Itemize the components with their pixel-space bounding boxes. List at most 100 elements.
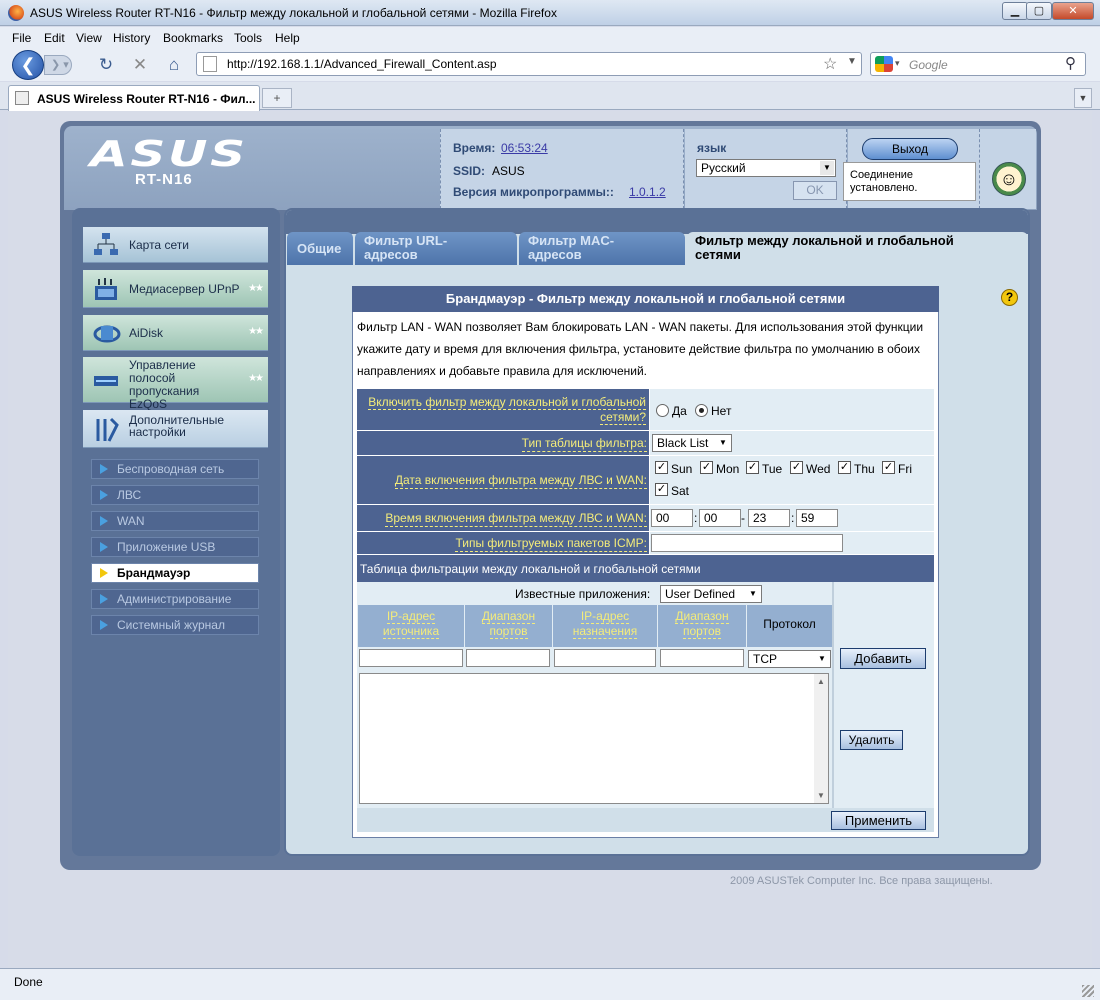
rules-listbox[interactable]: ▲ ▼ [359,673,829,804]
known-apps-select[interactable]: User Defined ▼ [660,585,762,603]
network-map-icon [93,232,119,256]
tab-lan-wan-filter[interactable]: Фильтр между локальной и глобальной сетя… [687,232,1028,265]
sidebar-item-advanced[interactable]: Дополнительные настройки [83,410,268,448]
day-sat-label: Sat [671,484,690,498]
language-select[interactable]: Русский ▼ [696,159,836,177]
day-wed-checkbox[interactable]: ✓ [790,461,803,474]
stop-icon[interactable]: ✕ [130,55,150,75]
menu-file[interactable]: File [12,31,31,45]
form-title: Брандмауэр - Фильтр между локальной и гл… [352,286,939,312]
icmp-input[interactable] [651,534,843,552]
tab-url-filter[interactable]: Фильтр URL-адресов [355,232,517,265]
day-tue-checkbox[interactable]: ✓ [746,461,759,474]
protocol-select[interactable]: TCP ▼ [748,650,831,668]
tab-general[interactable]: Общие [287,232,353,265]
google-icon[interactable] [875,56,893,72]
end-minute-input[interactable]: 59 [796,509,838,527]
time-separator: : [694,511,698,525]
minimize-icon[interactable]: ▁ [1002,2,1028,20]
copyright-footer: 2009 ASUSTek Computer Inc. Все права защ… [730,875,993,887]
help-icon[interactable]: ? [1001,289,1018,306]
sidebar-subitem-admin[interactable]: Администрирование [91,589,259,609]
table-type-select[interactable]: Black List ▼ [652,434,732,452]
search-bar[interactable]: ▾ Google ⚲ [870,52,1086,76]
enable-no-radio[interactable] [695,404,708,417]
sidebar-subitem-syslog[interactable]: Системный журнал [91,615,259,635]
tab-list-icon[interactable]: ▼ [1074,88,1092,108]
enable-filter-label: Включить фильтр между локальной и глобал… [368,395,646,425]
day-fri-checkbox[interactable]: ✓ [882,461,895,474]
apply-button[interactable]: Применить [831,811,926,830]
search-engine-dropdown-icon[interactable]: ▾ [895,58,900,69]
browser-tab[interactable]: ASUS Wireless Router RT-N16 - Фил... [8,85,260,111]
sidebar-subitem-wan[interactable]: WAN [91,511,259,531]
add-button[interactable]: Добавить [840,648,926,669]
menu-edit[interactable]: Edit [44,31,65,45]
scroll-up-icon[interactable]: ▲ [814,677,828,686]
resize-grip-icon[interactable] [1082,985,1094,997]
day-sat-checkbox[interactable]: ✓ [655,483,668,496]
sidebar-item-label: Дополнительные настройки [129,413,224,439]
forward-icon[interactable]: ❯ ▾ [44,55,72,75]
dst-ip-input[interactable] [554,649,656,667]
close-icon[interactable]: ✕ [1052,2,1094,20]
url-dropdown-icon[interactable]: ▼ [847,56,857,67]
menu-bookmarks[interactable]: Bookmarks [163,31,223,45]
sidebar-item-label: Карта сети [129,238,189,252]
sidebar-subitem-wireless[interactable]: Беспроводная сеть [91,459,259,479]
firmware-label: Версия микропрограммы:: [453,185,614,199]
dst-ports-input[interactable] [660,649,744,667]
menu-tools[interactable]: Tools [234,31,262,45]
ezqos-icon [93,368,119,392]
menu-view[interactable]: View [76,31,102,45]
sidebar-item-ezqos[interactable]: Управление полосой пропускания EzQoS ★★ [83,357,268,411]
sidebar-subitem-lan[interactable]: ЛВС [91,485,259,505]
ok-button[interactable]: OK [793,181,837,200]
sidebar-item-aidisk[interactable]: AiDisk ★★ [83,315,268,351]
search-icon[interactable]: ⚲ [1065,54,1076,72]
src-ports-input[interactable] [466,649,550,667]
tab-label: Фильтр URL-адресов [364,233,448,262]
time-value[interactable]: 06:53:24 [501,141,548,155]
firmware-value[interactable]: 1.0.1.2 [629,185,666,199]
new-tab-icon[interactable]: + [262,88,292,108]
table-type-value: Black List [657,436,709,450]
delete-button[interactable]: Удалить [840,730,903,750]
day-thu-checkbox[interactable]: ✓ [838,461,851,474]
sidebar-item-network-map[interactable]: Карта сети [83,227,268,263]
menu-help[interactable]: Help [275,31,300,45]
start-hour-input[interactable]: 00 [651,509,693,527]
url-bar[interactable]: http://192.168.1.1/Advanced_Firewall_Con… [196,52,862,76]
enable-row-value-bg [650,389,934,430]
maximize-icon[interactable]: ▢ [1026,2,1052,20]
time-dash: - [741,511,745,525]
enable-yes-radio[interactable] [656,404,669,417]
sidebar-subitem-label: ЛВС [117,488,142,502]
sidebar-subitem-label: Системный журнал [117,618,225,632]
back-icon[interactable]: ❮ [12,50,44,80]
start-minute-input[interactable]: 00 [699,509,741,527]
icmp-label: Типы фильтруемых пакетов ICMP: [455,536,647,552]
filter-table-title: Таблица фильтрации между локальной и гло… [357,555,934,582]
src-ip-input[interactable] [359,649,463,667]
logout-button[interactable]: Выход [862,138,958,160]
triangle-icon [100,516,108,526]
sidebar-subitem-usb[interactable]: Приложение USB [91,537,259,557]
bookmark-star-icon[interactable]: ☆ [823,54,837,74]
day-fri-label: Fri [898,462,912,476]
sidebar-item-upnp-media[interactable]: Медиасервер UPnP ★★ [83,270,268,308]
sidebar-subitem-label: WAN [117,514,145,528]
day-mon-checkbox[interactable]: ✓ [700,461,713,474]
menu-history[interactable]: History [113,31,150,45]
sidebar-subitem-firewall[interactable]: Брандмауэр [91,563,259,583]
listbox-scrollbar[interactable]: ▲ ▼ [814,674,828,803]
home-icon[interactable]: ⌂ [164,55,184,75]
tab-mac-filter[interactable]: Фильтр MAC-адресов [519,232,685,265]
scroll-down-icon[interactable]: ▼ [814,791,828,800]
day-sun-checkbox[interactable]: ✓ [655,461,668,474]
reload-icon[interactable]: ↻ [96,55,116,75]
sidebar-subitem-label: Брандмауэр [117,566,191,580]
day-tue-label: Tue [762,462,783,476]
end-hour-input[interactable]: 23 [748,509,790,527]
asus-logo: ASUS [90,134,248,175]
